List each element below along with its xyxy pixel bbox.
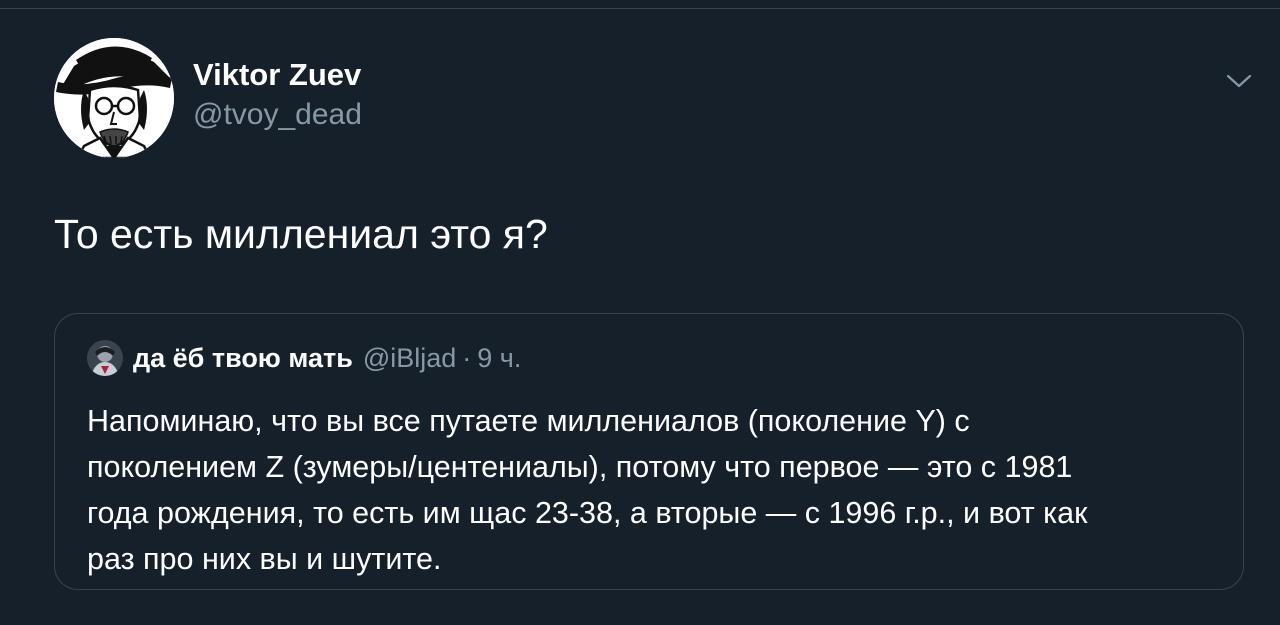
- quoted-text-line: года рождения, то есть им щас 23-38, а в…: [87, 496, 1088, 530]
- author-name[interactable]: Viktor Zuev: [193, 57, 361, 93]
- header-separator: ·: [462, 343, 472, 373]
- author-avatar[interactable]: [54, 38, 174, 158]
- quoted-tweet-header: да ёб твою мать @iBljad · 9 ч.: [133, 340, 521, 376]
- quoted-author-handle[interactable]: @iBljad: [363, 343, 456, 373]
- quoted-text-line: поколением Z (зумеры/центениалы), потому…: [87, 450, 1073, 484]
- avatar-illustration-icon: [54, 38, 174, 158]
- avatar-photo-icon: [87, 340, 123, 376]
- quoted-tweet-time[interactable]: 9 ч.: [477, 343, 521, 373]
- tweet-text: То есть миллениал это я?: [54, 211, 548, 257]
- quoted-tweet-text: Напоминаю, что вы все путаете миллениало…: [87, 398, 1217, 582]
- chevron-down-icon[interactable]: [1224, 66, 1254, 96]
- quoted-text-line: Напоминаю, что вы все путаете миллениало…: [87, 404, 970, 438]
- quoted-author-avatar[interactable]: [87, 340, 123, 376]
- author-handle[interactable]: @tvoy_dead: [193, 97, 362, 133]
- quoted-tweet[interactable]: да ёб твою мать @iBljad · 9 ч. Напоминаю, ч…: [54, 313, 1244, 590]
- quoted-author-name[interactable]: да ёб твою мать: [133, 343, 353, 373]
- quoted-text-line: раз про них вы и шутите.: [87, 542, 442, 576]
- tweet: Viktor Zuev @tvoy_dead То есть миллениал…: [0, 0, 1280, 625]
